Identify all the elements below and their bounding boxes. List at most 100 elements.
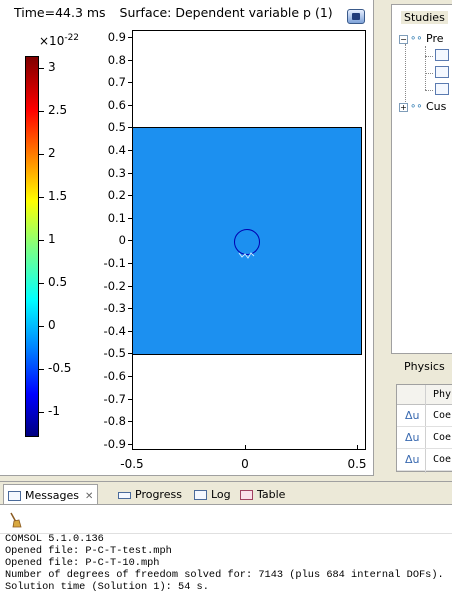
physics-title: Physics <box>401 360 448 373</box>
x-tick <box>132 445 133 450</box>
x-tick <box>245 445 246 450</box>
y-tick <box>128 82 133 84</box>
bar-chart-icon[interactable] <box>435 49 449 61</box>
log-icon <box>194 490 207 500</box>
y-tick-label: -0.8 <box>103 414 126 429</box>
y-tick-label: -0.3 <box>103 301 126 316</box>
colorbar-label: 0 <box>48 318 56 332</box>
coefficient-pde-icon: Δu <box>405 409 420 422</box>
colorbar-label: 0.5 <box>48 275 68 289</box>
y-tick-label: 0 <box>118 233 126 248</box>
messages-pane[interactable]: COMSOL 5.1.0.136 Opened file: P-C-T-test… <box>0 504 452 613</box>
collapse-icon[interactable]: − <box>399 34 408 44</box>
physics-row[interactable]: Δu Coe <box>397 427 452 449</box>
y-tick-label: -0.1 <box>103 256 126 270</box>
field-artifact <box>238 252 255 259</box>
physics-row-name: Coe <box>433 454 452 465</box>
physics-header-label: Phy <box>433 389 452 400</box>
camera-icon[interactable] <box>347 9 365 24</box>
colorbar-tick <box>39 154 44 155</box>
time-label: Time=44.3 ms <box>14 5 106 20</box>
message-line: COMSOL 5.1.0.136 <box>5 533 104 545</box>
colorbar-label: 3 <box>48 60 56 74</box>
colorbar-label: -1 <box>48 404 60 418</box>
y-tick-label: -0.4 <box>103 323 126 338</box>
coefficient-pde-icon: Δu <box>405 453 420 466</box>
colorbar-label: 1 <box>48 232 56 246</box>
message-line: Number of degrees of freedom solved for:… <box>5 569 444 581</box>
tab-messages[interactable]: Messages ✕ <box>3 484 99 505</box>
colorbar <box>25 56 39 437</box>
wave-plot-icon[interactable] <box>435 83 449 95</box>
colorbar-tick <box>39 412 44 413</box>
y-tick-label: -0.9 <box>103 436 126 451</box>
y-tick-label: -0.2 <box>103 278 126 293</box>
colorbar-label: 2.5 <box>48 103 68 117</box>
study-icon: ∘∘ <box>410 101 423 112</box>
physics-row-name: Coe <box>433 432 452 443</box>
coefficient-pde-icon: Δu <box>405 431 420 444</box>
y-tick-label: 0.4 <box>107 143 126 157</box>
surface-label: Surface: Dependent variable p (1) <box>119 5 333 20</box>
tree-line <box>425 46 426 90</box>
tab-table[interactable]: Table <box>236 484 289 505</box>
tab-progress[interactable]: Progress <box>114 484 186 505</box>
close-icon[interactable]: ✕ <box>85 491 93 502</box>
y-tick <box>128 37 133 38</box>
y-tick-label: 0.8 <box>107 52 126 67</box>
bottom-tab-bar: Messages ✕ Progress Log Table <box>0 481 452 505</box>
y-tick-label: 0.6 <box>107 97 126 112</box>
x-tick-label: 0 <box>241 457 249 471</box>
y-tick <box>128 59 133 61</box>
colorbar-tick <box>39 369 44 370</box>
tree-line <box>425 56 433 57</box>
colorbar-tick <box>39 197 44 198</box>
message-line: Opened file: P-C-T-test.mph <box>5 545 172 557</box>
y-tick <box>128 376 133 377</box>
envelope-icon <box>8 491 21 501</box>
y-tick <box>128 421 133 423</box>
colorbar-tick <box>39 68 44 69</box>
tree-line <box>425 73 433 74</box>
y-tick-label: 0.5 <box>107 120 126 135</box>
plot-title: Time=44.3 ms Surface: Dependent variable… <box>14 5 343 20</box>
y-tick-label: -0.5 <box>103 346 126 361</box>
study-icon: ∘∘ <box>410 33 423 44</box>
tree-item-custom[interactable]: + ∘∘ Cus <box>399 100 446 113</box>
physics-row-name: Coe <box>433 410 452 421</box>
colorbar-label: 1.5 <box>48 189 68 203</box>
graphics-panel[interactable]: Time=44.3 ms Surface: Dependent variable… <box>0 0 374 476</box>
colorbar-label: 2 <box>48 146 56 160</box>
plot-axes[interactable]: 0.9 0.8 0.7 0.6 0.5 0.4 0.3 0.2 0.1 0 -0.1 -0.2 -0.3… <box>104 30 366 451</box>
colorbar-tick <box>39 326 44 327</box>
colorbar-tick <box>39 240 44 241</box>
tree-line <box>405 44 406 106</box>
y-tick <box>128 104 133 106</box>
tab-log[interactable]: Log <box>190 484 235 505</box>
physics-row[interactable]: Δu Coe <box>397 449 452 471</box>
y-tick-label: 0.9 <box>107 30 126 44</box>
colorbar-exponent: ×10-22 <box>39 33 80 48</box>
message-line: Opened file: P-C-T-10.mph <box>5 557 160 569</box>
line-plot-icon[interactable] <box>435 66 449 78</box>
y-tick <box>128 398 133 400</box>
y-tick-label: 0.1 <box>107 210 126 225</box>
message-line: Solution time (Solution 1): 54 s. <box>5 581 209 593</box>
comsol-window: Time=44.3 ms Surface: Dependent variable… <box>0 0 452 613</box>
x-tick <box>357 445 358 450</box>
tree-item-study[interactable]: − ∘∘ Pre <box>399 32 444 45</box>
colorbar-tick <box>39 111 44 112</box>
expand-icon[interactable]: + <box>399 102 408 112</box>
y-tick-label: 0.2 <box>107 188 126 203</box>
x-tick-label: -0.5 <box>120 457 144 471</box>
colorbar-label: -0.5 <box>48 361 72 375</box>
y-tick-label: 0.7 <box>107 75 126 90</box>
progress-icon <box>118 491 131 499</box>
clear-broom-icon[interactable] <box>8 512 22 528</box>
physics-table: Phy Δu Coe Δu Coe Δu Coe <box>396 384 452 473</box>
colorbar-tick <box>39 283 44 284</box>
physics-row[interactable]: Δu Coe <box>397 405 452 427</box>
y-tick-label: 0.3 <box>107 165 126 180</box>
x-tick-label: 0.5 <box>347 457 367 471</box>
y-tick-label: -0.6 <box>103 369 126 383</box>
